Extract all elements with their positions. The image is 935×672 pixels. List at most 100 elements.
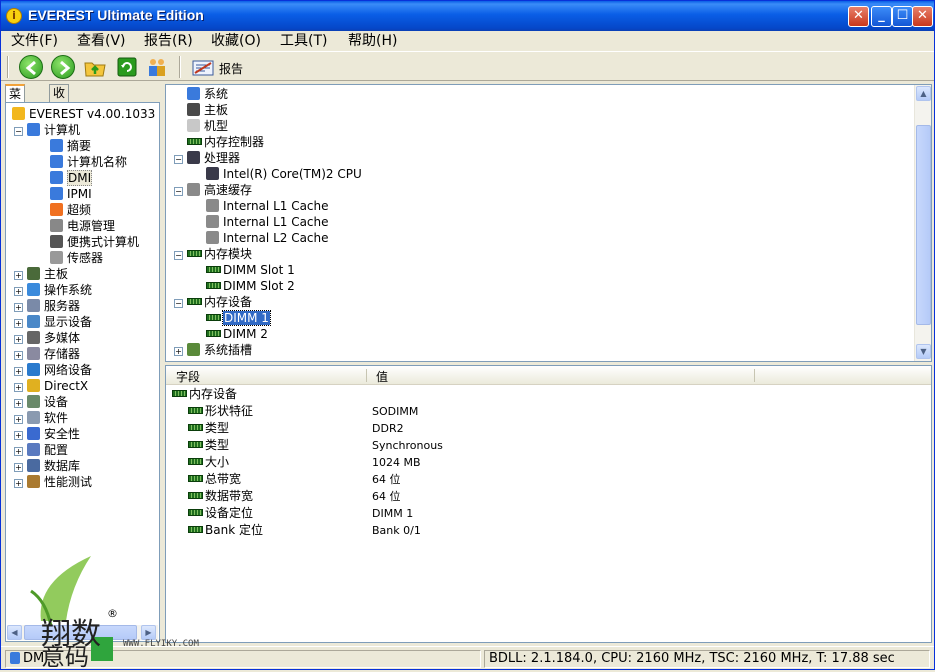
tree-item[interactable]: 摘要 xyxy=(50,138,91,154)
menu-report[interactable]: 报告(R) xyxy=(142,30,195,50)
dmi-tree-item[interactable]: − 处理器 xyxy=(174,150,240,166)
tree-item[interactable]: − 计算机 xyxy=(14,122,80,138)
dmi-tree-item[interactable]: + 系统插槽 xyxy=(174,342,252,358)
scroll-right-arrow-icon[interactable]: ▶ xyxy=(141,625,156,640)
expand-collapse-icon[interactable]: + xyxy=(14,303,23,312)
expand-collapse-icon[interactable]: + xyxy=(14,479,23,488)
expand-collapse-icon[interactable]: + xyxy=(14,463,23,472)
expand-collapse-icon[interactable]: − xyxy=(174,299,183,308)
expand-collapse-icon[interactable]: + xyxy=(14,447,23,456)
expand-collapse-icon[interactable]: + xyxy=(14,287,23,296)
dmi-tree-item[interactable]: 主板 xyxy=(174,102,228,118)
tree-item[interactable]: 传感器 xyxy=(50,250,103,266)
details-row[interactable]: 大小 1024 MB xyxy=(188,454,748,471)
tree-item[interactable]: + 数据库 xyxy=(14,458,80,474)
tree-item[interactable]: + 显示设备 xyxy=(14,314,92,330)
expand-collapse-icon[interactable]: + xyxy=(14,383,23,392)
menu-file[interactable]: 文件(F) xyxy=(9,30,60,50)
details-row[interactable]: 总带宽 64 位 xyxy=(188,471,748,488)
details-row[interactable]: 设备定位 DIMM 1 xyxy=(188,505,748,522)
tree-item[interactable]: IPMI xyxy=(50,186,92,202)
expand-collapse-icon[interactable]: + xyxy=(14,319,23,328)
tree-item[interactable]: 便携式计算机 xyxy=(50,234,139,250)
users-button[interactable] xyxy=(145,55,169,79)
column-divider[interactable] xyxy=(754,369,755,382)
expand-collapse-icon[interactable]: + xyxy=(14,271,23,280)
tab-menu[interactable]: 菜单 xyxy=(5,84,26,117)
dmi-tree-item[interactable]: Intel(R) Core(TM)2 CPU xyxy=(206,166,362,182)
details-row[interactable]: 形状特征 SODIMM xyxy=(188,403,748,420)
up-folder-button[interactable] xyxy=(83,55,107,79)
left-horizontal-scrollbar[interactable]: ◀ ▶ xyxy=(7,625,158,640)
scroll-down-arrow-icon[interactable]: ▼ xyxy=(916,344,931,359)
tree-item[interactable]: EVEREST v4.00.1033 Beta xyxy=(12,106,159,122)
details-row[interactable]: 类型 DDR2 xyxy=(188,420,748,437)
tree-item[interactable]: + 服务器 xyxy=(14,298,80,314)
scroll-left-arrow-icon[interactable]: ◀ xyxy=(7,625,22,640)
column-field[interactable]: 字段 xyxy=(176,368,200,385)
tree-item[interactable]: DMI xyxy=(50,170,93,186)
expand-collapse-icon[interactable]: + xyxy=(14,335,23,344)
expand-collapse-icon[interactable]: + xyxy=(14,399,23,408)
scroll-thumb[interactable] xyxy=(24,625,137,640)
dmi-tree-item[interactable]: Internal L1 Cache xyxy=(206,198,329,214)
tree-item[interactable]: + 软件 xyxy=(14,410,68,426)
expand-collapse-icon[interactable]: + xyxy=(14,415,23,424)
tree-item[interactable]: 电源管理 xyxy=(50,218,115,234)
dmi-tree-item[interactable]: 内存控制器 xyxy=(174,134,264,150)
tree-item[interactable]: + DirectX xyxy=(14,378,88,394)
expand-collapse-icon[interactable]: − xyxy=(174,187,183,196)
dmi-tree-item[interactable]: Internal L2 Cache xyxy=(206,230,329,246)
help-close-icon[interactable]: ✕ xyxy=(848,6,869,27)
title-bar[interactable]: i EVEREST Ultimate Edition ✕ _ ☐ ✕ xyxy=(1,1,934,31)
minimize-button[interactable]: _ xyxy=(871,6,892,27)
column-divider[interactable] xyxy=(366,369,367,382)
forward-button[interactable] xyxy=(51,55,75,79)
dmi-tree-item[interactable]: − 高速缓存 xyxy=(174,182,252,198)
tree-item[interactable]: + 多媒体 xyxy=(14,330,80,346)
tree-item[interactable]: + 主板 xyxy=(14,266,68,282)
expand-collapse-icon[interactable]: + xyxy=(14,367,23,376)
dmi-tree-item[interactable]: 机型 xyxy=(174,118,228,134)
dmi-tree-item[interactable]: DIMM Slot 1 xyxy=(206,262,295,278)
expand-collapse-icon[interactable]: − xyxy=(14,127,23,136)
details-row[interactable]: Bank 定位 Bank 0/1 xyxy=(188,522,748,539)
refresh-button[interactable] xyxy=(115,55,139,79)
expand-collapse-icon[interactable]: − xyxy=(174,251,183,260)
expand-collapse-icon[interactable]: − xyxy=(174,155,183,164)
dmi-tree-item[interactable]: DIMM 2 xyxy=(206,326,268,342)
details-row[interactable]: 类型 Synchronous xyxy=(188,437,748,454)
tree-item[interactable]: + 配置 xyxy=(14,442,68,458)
maximize-button[interactable]: ☐ xyxy=(892,6,913,27)
menu-help[interactable]: 帮助(H) xyxy=(346,30,399,50)
dmi-tree-item[interactable]: DIMM 1 xyxy=(206,310,271,326)
scroll-thumb[interactable] xyxy=(916,125,931,325)
back-button[interactable] xyxy=(19,55,43,79)
tree-item[interactable]: 计算机名称 xyxy=(50,154,127,170)
tree-item[interactable]: + 性能测试 xyxy=(14,474,92,490)
dmi-tree-item[interactable]: Internal L1 Cache xyxy=(206,214,329,230)
tree-item[interactable]: 超频 xyxy=(50,202,91,218)
expand-collapse-icon[interactable]: + xyxy=(14,431,23,440)
column-value[interactable]: 值 xyxy=(376,368,388,385)
details-row[interactable]: 数据带宽 64 位 xyxy=(188,488,748,505)
dmi-tree-item[interactable]: − 内存设备 xyxy=(174,294,252,310)
dmi-tree-item[interactable]: 系统 xyxy=(174,86,228,102)
tree-item[interactable]: + 存储器 xyxy=(14,346,80,362)
dmi-tree-item[interactable]: DIMM Slot 2 xyxy=(206,278,295,294)
menu-view[interactable]: 查看(V) xyxy=(75,30,128,50)
tree-item[interactable]: + 安全性 xyxy=(14,426,80,442)
tree-item[interactable]: + 网络设备 xyxy=(14,362,92,378)
tree-item[interactable]: + 设备 xyxy=(14,394,68,410)
menu-tools[interactable]: 工具(T) xyxy=(278,30,329,50)
dmi-tree-item[interactable]: − 内存模块 xyxy=(174,246,252,262)
dmi-vertical-scrollbar[interactable]: ▲ ▼ xyxy=(914,85,931,361)
report-button[interactable]: 报告 xyxy=(189,55,249,79)
menu-favorites[interactable]: 收藏(O) xyxy=(209,30,263,50)
close-button[interactable]: ✕ xyxy=(912,6,933,27)
tree-item[interactable]: + 操作系统 xyxy=(14,282,92,298)
expand-collapse-icon[interactable]: + xyxy=(174,347,183,356)
scroll-up-arrow-icon[interactable]: ▲ xyxy=(916,86,931,101)
tab-favorites[interactable]: 收藏夹 xyxy=(49,84,70,132)
expand-collapse-icon[interactable]: + xyxy=(14,351,23,360)
